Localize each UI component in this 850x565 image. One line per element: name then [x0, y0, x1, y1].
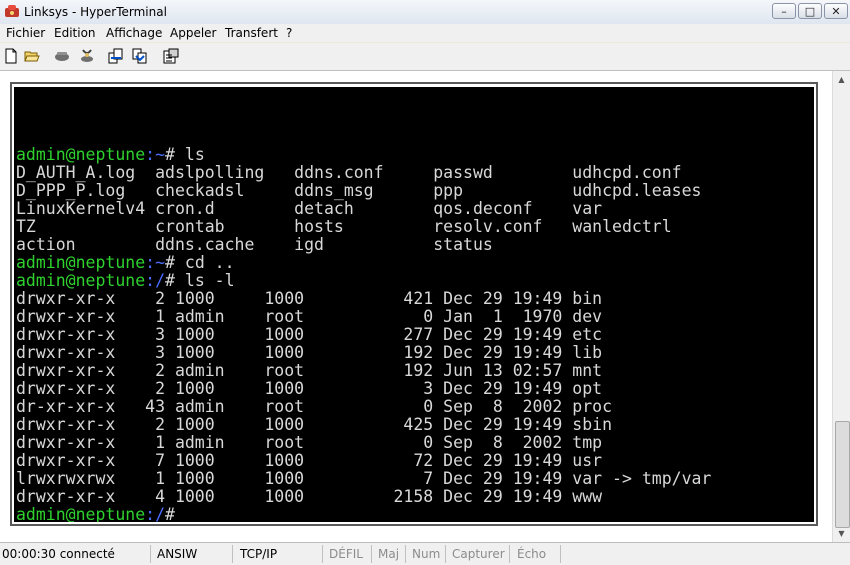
terminal-output-line: drwxr-xr-x 2 1000 1000 425 Dec 29 19:49 … — [16, 416, 711, 434]
close-button[interactable]: ✕ — [824, 3, 848, 19]
terminal-output-line: TZ crontab hosts resolv.conf wanledctrl — [16, 218, 711, 236]
window-title: Linksys - HyperTerminal — [24, 5, 167, 19]
status-separator — [509, 545, 510, 563]
terminal-text: # cd .. — [165, 253, 235, 272]
terminal-text: drwxr-xr-x 1 admin root 0 Sep 8 2002 tmp — [16, 433, 603, 452]
terminal-text: drwxr-xr-x 4 1000 1000 2158 Dec 29 19:49… — [16, 487, 603, 506]
terminal-output-line: action ddns.cache igd status — [16, 236, 711, 254]
terminal-text: # ls -l — [165, 271, 235, 290]
terminal-output-line: D_AUTH_A.log adslpolling ddns.conf passw… — [16, 164, 711, 182]
menu-affichage[interactable]: Affichage — [106, 24, 162, 42]
status-separator — [232, 545, 233, 563]
terminal-text: drwxr-xr-x 3 1000 1000 277 Dec 29 19:49 … — [16, 325, 603, 344]
terminal-prompt-line: admin@neptune:/# ls -l — [16, 272, 711, 290]
title-bar: Linksys - HyperTerminal – □ ✕ — [0, 0, 850, 25]
status-separator — [371, 545, 372, 563]
scroll-up-arrow-icon[interactable]: ▲ — [834, 72, 849, 87]
vertical-scrollbar[interactable]: ▲ ▼ — [832, 71, 850, 542]
terminal-text: TZ crontab hosts resolv.conf wanledctrl — [16, 217, 672, 236]
terminal-prompt-line: admin@neptune:/# — [16, 505, 711, 523]
open-folder-icon[interactable] — [24, 48, 40, 64]
minimize-button[interactable]: – — [772, 3, 796, 19]
terminal-text: drwxr-xr-x 1 admin root 0 Jan 1 1970 dev — [16, 307, 603, 326]
terminal-prompt-line: admin@neptune:~# cd .. — [16, 254, 711, 272]
echo-status: Écho — [517, 547, 547, 561]
terminal-text: lrwxrwxrwx 1 1000 1000 7 Dec 29 19:49 va… — [16, 469, 712, 488]
prompt-path: :/ — [145, 505, 166, 523]
terminal-text: drwxr-xr-x 2 1000 1000 425 Dec 29 19:49 … — [16, 415, 613, 434]
status-separator — [445, 545, 446, 563]
close-icon: ✕ — [831, 5, 841, 18]
scroll-down-arrow-icon[interactable]: ▼ — [834, 526, 849, 541]
terminal-output-line: drwxr-xr-x 2 1000 1000 3 Dec 29 19:49 op… — [16, 380, 711, 398]
terminal-text: # — [165, 505, 175, 523]
hyperterminal-app-icon[interactable] — [4, 4, 20, 18]
terminal-output-line: drwxr-xr-x 1 admin root 0 Sep 8 2002 tmp — [16, 434, 711, 452]
connection-time: 00:00:30 connecté — [2, 547, 115, 561]
terminal-text: drwxr-xr-x 3 1000 1000 192 Dec 29 19:49 … — [16, 343, 603, 362]
status-separator — [322, 545, 323, 563]
phone-disconnect-icon[interactable] — [79, 48, 95, 64]
menu-transfert[interactable]: Transfert — [225, 24, 278, 42]
status-separator — [150, 545, 151, 563]
terminal-text: action ddns.cache igd status — [16, 235, 493, 254]
minimize-icon: – — [781, 5, 787, 18]
prompt-username: admin@neptune — [16, 253, 146, 272]
status-separator — [405, 545, 406, 563]
terminal-output-line: drwxr-xr-x 3 1000 1000 192 Dec 29 19:49 … — [16, 344, 711, 362]
terminal-prompt-line: admin@neptune:~# ls — [16, 146, 711, 164]
num-lock-status: Num — [412, 547, 441, 561]
receive-file-icon[interactable] — [132, 48, 148, 64]
terminal-text: LinuxKernelv4 cron.d detach qos.deconf v… — [16, 199, 603, 218]
terminal-output-line: drwxr-xr-x 1 admin root 0 Jan 1 1970 dev — [16, 308, 711, 326]
terminal-text: # ls — [165, 145, 205, 164]
status-separator — [560, 545, 561, 563]
scrollbar-thumb[interactable] — [835, 421, 850, 528]
maximize-icon: □ — [804, 5, 816, 18]
menu-edition[interactable]: Edition — [54, 24, 96, 42]
terminal-output-line: drwxr-xr-x 3 1000 1000 277 Dec 29 19:49 … — [16, 326, 711, 344]
menu-bar: Fichier Edition Affichage Appeler Transf… — [0, 24, 850, 42]
menu-help[interactable]: ? — [286, 24, 292, 42]
emulation-status: ANSIW — [157, 547, 198, 561]
terminal-text: D_PPP_P.log checkadsl ddns_msg ppp udhcp… — [16, 181, 702, 200]
prompt-path: :/ — [145, 271, 166, 290]
scroll-lock-status: DÉFIL — [329, 547, 363, 561]
terminal-output-line: lrwxrwxrwx 1 1000 1000 7 Dec 29 19:49 va… — [16, 470, 711, 488]
new-document-icon[interactable] — [3, 48, 19, 64]
prompt-path: :~ — [145, 145, 166, 164]
send-file-icon[interactable] — [108, 48, 124, 64]
terminal-output-line: drwxr-xr-x 4 1000 1000 2158 Dec 29 19:49… — [16, 488, 711, 506]
toolbar — [0, 43, 850, 71]
terminal-output-line: drwxr-xr-x 7 1000 1000 72 Dec 29 19:49 u… — [16, 452, 711, 470]
terminal-screen[interactable]: admin@neptune:~# ls D_AUTH_A.log adslpoll… — [14, 87, 814, 522]
properties-icon[interactable] — [163, 48, 179, 64]
terminal-output-line: dr-xr-xr-x 43 admin root 0 Sep 8 2002 pr… — [16, 398, 711, 416]
terminal-output-line: drwxr-xr-x 2 1000 1000 421 Dec 29 19:49 … — [16, 290, 711, 308]
menu-fichier[interactable]: Fichier — [6, 24, 45, 42]
status-bar: 00:00:30 connecté ANSIW TCP/IP DÉFIL Maj… — [0, 542, 850, 565]
terminal-text: drwxr-xr-x 2 admin root 192 Jun 13 02:57… — [16, 361, 603, 380]
terminal-output-line: LinuxKernelv4 cron.d detach qos.deconf v… — [16, 200, 711, 218]
prompt-username: admin@neptune — [16, 271, 146, 290]
terminal-text: drwxr-xr-x 2 1000 1000 421 Dec 29 19:49 … — [16, 289, 603, 308]
protocol-status: TCP/IP — [240, 547, 278, 561]
terminal-text: drwxr-xr-x 7 1000 1000 72 Dec 29 19:49 u… — [16, 451, 603, 470]
maximize-button[interactable]: □ — [798, 3, 822, 19]
menu-appeler[interactable]: Appeler — [170, 24, 216, 42]
caps-lock-status: Maj — [378, 547, 400, 561]
terminal-text: drwxr-xr-x 2 1000 1000 3 Dec 29 19:49 op… — [16, 379, 603, 398]
phone-connect-icon[interactable] — [54, 48, 70, 64]
terminal-output-line: drwxr-xr-x 2 admin root 192 Jun 13 02:57… — [16, 362, 711, 380]
prompt-username: admin@neptune — [16, 505, 146, 523]
terminal-output-line: D_PPP_P.log checkadsl ddns_msg ppp udhcp… — [16, 182, 711, 200]
capture-status: Capturer — [452, 547, 505, 561]
terminal-text: dr-xr-xr-x 43 admin root 0 Sep 8 2002 pr… — [16, 397, 613, 416]
terminal-text: D_AUTH_A.log adslpolling ddns.conf passw… — [16, 163, 682, 182]
terminal-output: admin@neptune:~# ls D_AUTH_A.log adslpoll… — [16, 146, 711, 523]
prompt-path: :~ — [145, 253, 166, 272]
prompt-username: admin@neptune — [16, 145, 146, 164]
